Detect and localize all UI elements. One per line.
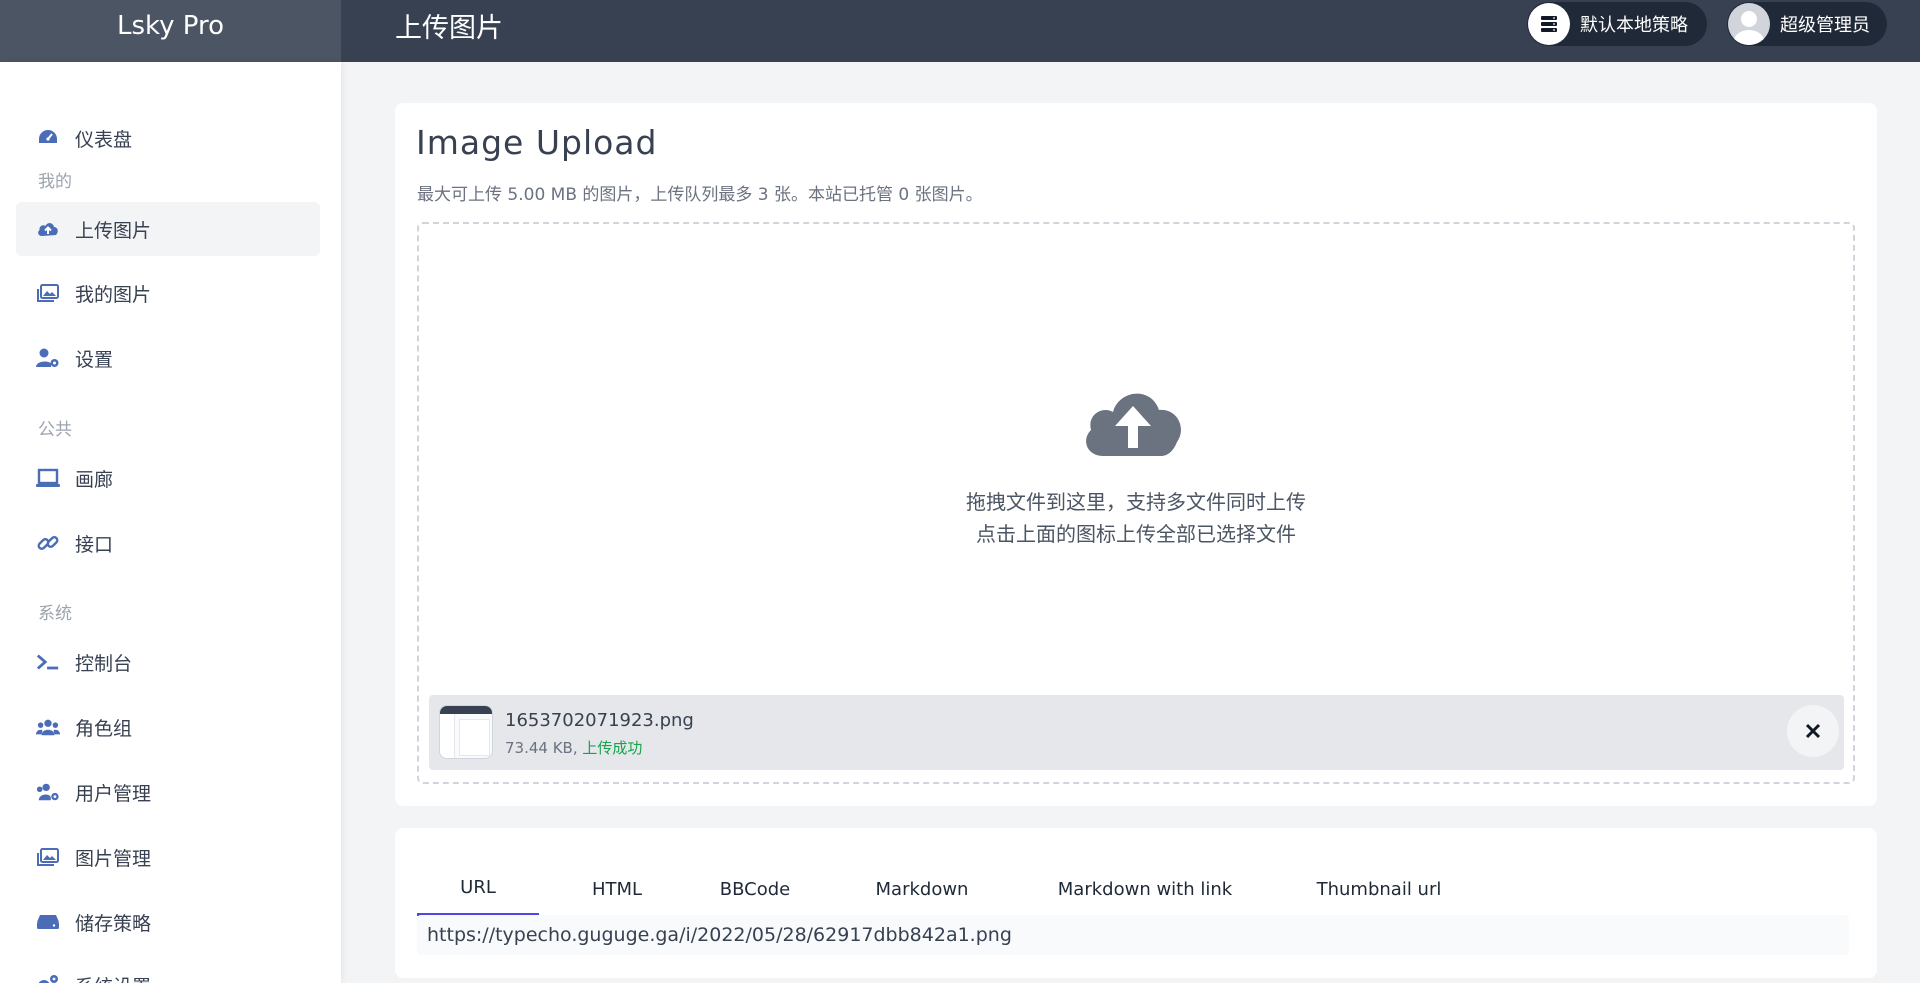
avatar: [1728, 3, 1770, 45]
gears-icon: [36, 973, 60, 983]
sidebar-item-label: 图片管理: [75, 847, 152, 870]
tab-url[interactable]: URL: [417, 862, 539, 916]
strategy-label: 默认本地策略: [1580, 15, 1688, 36]
top-bar: Lsky Pro 上传图片 默认本地策略 超级管理员: [0, 0, 1920, 62]
sidebar: 仪表盘 我的 上传图片 我的图片 设置 公共 画廊 接口 系统 控制台 角色组 …: [0, 62, 341, 983]
sidebar-item-label: 储存策略: [75, 912, 152, 935]
sidebar-item-roles[interactable]: 角色组: [16, 700, 320, 754]
hard-drive-icon: [36, 910, 60, 934]
close-icon: [1805, 723, 1821, 739]
tab-html[interactable]: HTML: [567, 862, 667, 916]
sidebar-item-label: 系统设置: [75, 972, 151, 983]
user-gear-icon: [36, 346, 60, 370]
upload-card: Image Upload 最大可上传 5.00 MB 的图片，上传队列最多 3 …: [395, 103, 1877, 806]
tab-markdown-with-link[interactable]: Markdown with link: [1035, 862, 1255, 916]
file-thumbnail[interactable]: [439, 705, 493, 759]
sidebar-item-images[interactable]: 图片管理: [16, 830, 320, 884]
user-menu-button[interactable]: 超级管理员: [1727, 2, 1887, 46]
dropzone-line-2: 点击上面的图标上传全部已选择文件: [976, 522, 1296, 546]
tab-bbcode[interactable]: BBCode: [695, 862, 815, 916]
nav-section-system: 系统: [38, 604, 72, 624]
storage-strategy-button[interactable]: 默认本地策略: [1527, 2, 1707, 46]
uploaded-file-row: 1653702071923.png 73.44 KB, 上传成功: [429, 695, 1844, 770]
upload-status: 上传成功: [582, 739, 643, 757]
nav-section-mine: 我的: [38, 172, 72, 192]
images-icon: [36, 845, 60, 869]
sidebar-item-users[interactable]: 用户管理: [16, 765, 320, 819]
sidebar-item-gallery[interactable]: 画廊: [16, 451, 320, 505]
server-icon: [1528, 3, 1570, 45]
remove-file-button[interactable]: [1787, 705, 1839, 757]
sidebar-item-label: 上传图片: [75, 219, 152, 242]
page-title: 上传图片: [395, 12, 503, 44]
sidebar-item-settings[interactable]: 设置: [16, 331, 320, 385]
dropzone-instructions: 拖拽文件到这里，支持多文件同时上传 点击上面的图标上传全部已选择文件: [419, 486, 1853, 550]
users-gear-icon: [36, 780, 60, 804]
sidebar-item-my-images[interactable]: 我的图片: [16, 266, 320, 320]
nav-section-public: 公共: [38, 420, 72, 440]
user-label: 超级管理员: [1780, 15, 1870, 36]
tab-thumbnail-url[interactable]: Thumbnail url: [1295, 862, 1463, 916]
sidebar-item-label: 控制台: [75, 652, 133, 675]
sidebar-item-upload[interactable]: 上传图片: [16, 202, 320, 256]
cloud-upload-icon[interactable]: [1081, 384, 1185, 462]
terminal-icon: [36, 650, 60, 674]
sidebar-item-system-settings[interactable]: 系统设置: [16, 958, 320, 983]
tab-markdown[interactable]: Markdown: [857, 862, 987, 916]
sidebar-item-label: 我的图片: [75, 283, 152, 306]
sidebar-item-api[interactable]: 接口: [16, 516, 320, 570]
sidebar-item-label: 画廊: [75, 468, 114, 491]
sidebar-item-label: 仪表盘: [75, 128, 133, 151]
sidebar-item-storage[interactable]: 储存策略: [16, 895, 320, 949]
sidebar-item-label: 设置: [75, 348, 114, 371]
upload-title: Image Upload: [416, 123, 658, 162]
images-icon: [36, 281, 60, 305]
file-meta: 73.44 KB, 上传成功: [505, 737, 642, 758]
links-card: URL HTML BBCode Markdown Markdown with l…: [395, 828, 1877, 978]
file-name: 1653702071923.png: [505, 710, 694, 731]
upload-limits-text: 最大可上传 5.00 MB 的图片，上传队列最多 3 张。本站已托管 0 张图片…: [417, 185, 983, 205]
sidebar-item-label: 接口: [75, 533, 114, 556]
dropzone-line-1: 拖拽文件到这里，支持多文件同时上传: [966, 490, 1306, 514]
link-icon: [36, 531, 60, 555]
gauge-icon: [36, 126, 60, 150]
laptop-icon: [36, 466, 60, 490]
brand-logo[interactable]: Lsky Pro: [0, 0, 341, 62]
sidebar-item-console[interactable]: 控制台: [16, 635, 320, 689]
users-icon: [36, 715, 60, 739]
sidebar-item-label: 角色组: [75, 717, 133, 740]
file-size: 73.44 KB,: [505, 739, 578, 757]
sidebar-item-dashboard[interactable]: 仪表盘: [16, 111, 320, 165]
cloud-upload-icon: [36, 217, 60, 241]
sidebar-item-label: 用户管理: [75, 782, 152, 805]
upload-dropzone[interactable]: 拖拽文件到这里，支持多文件同时上传 点击上面的图标上传全部已选择文件 16537…: [417, 222, 1855, 784]
image-url-field[interactable]: https://typecho.guguge.ga/i/2022/05/28/6…: [417, 915, 1849, 955]
